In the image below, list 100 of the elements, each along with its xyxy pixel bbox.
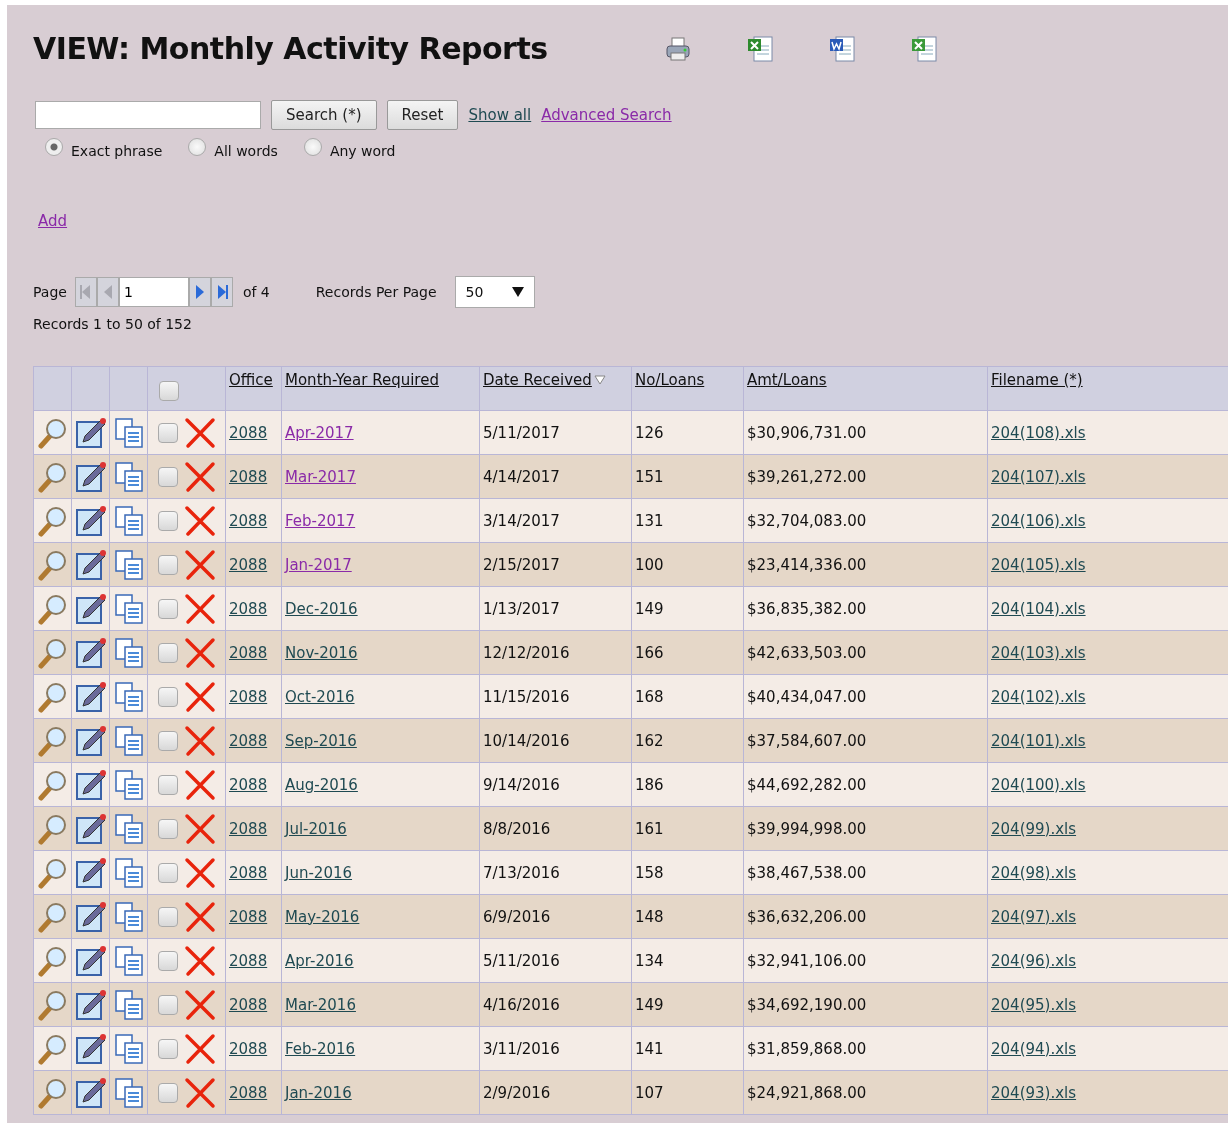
- file-link[interactable]: 204(95).xls: [991, 995, 1077, 1014]
- edit-icon[interactable]: [74, 1032, 107, 1065]
- delete-icon[interactable]: [183, 812, 216, 845]
- spreadsheet-export-icon[interactable]: [909, 33, 939, 64]
- row-checkbox[interactable]: [157, 554, 178, 575]
- edit-icon[interactable]: [74, 988, 107, 1021]
- delete-icon[interactable]: [183, 768, 216, 801]
- magnifier-icon[interactable]: [36, 1032, 69, 1065]
- file-link[interactable]: 204(107).xls: [991, 467, 1086, 486]
- copy-icon[interactable]: [112, 768, 145, 801]
- copy-icon[interactable]: [112, 1076, 145, 1109]
- edit-icon[interactable]: [74, 548, 107, 581]
- copy-icon[interactable]: [112, 636, 145, 669]
- copy-icon[interactable]: [112, 724, 145, 757]
- copy-icon[interactable]: [112, 416, 145, 449]
- month-link[interactable]: Sep-2016: [285, 731, 357, 750]
- magnifier-icon[interactable]: [36, 680, 69, 713]
- copy-icon[interactable]: [112, 548, 145, 581]
- copy-icon[interactable]: [112, 460, 145, 493]
- delete-icon[interactable]: [183, 944, 216, 977]
- file-link[interactable]: 204(96).xls: [991, 951, 1077, 970]
- copy-icon[interactable]: [112, 856, 145, 889]
- month-link[interactable]: May-2016: [285, 907, 360, 926]
- month-link[interactable]: Mar-2016: [285, 995, 356, 1014]
- next-page-button[interactable]: [188, 277, 211, 307]
- edit-icon[interactable]: [74, 592, 107, 625]
- row-checkbox[interactable]: [157, 686, 178, 707]
- file-link[interactable]: 204(102).xls: [991, 687, 1086, 706]
- copy-icon[interactable]: [112, 900, 145, 933]
- row-checkbox[interactable]: [157, 1038, 178, 1059]
- show-all-link[interactable]: Show all: [468, 106, 532, 124]
- month-link[interactable]: Apr-2016: [285, 951, 354, 970]
- delete-icon[interactable]: [183, 1076, 216, 1109]
- delete-icon[interactable]: [183, 988, 216, 1021]
- delete-icon[interactable]: [183, 900, 216, 933]
- file-link[interactable]: 204(99).xls: [991, 819, 1077, 838]
- copy-icon[interactable]: [112, 944, 145, 977]
- advanced-search-link[interactable]: Advanced Search: [541, 106, 672, 124]
- copy-icon[interactable]: [112, 988, 145, 1021]
- magnifier-icon[interactable]: [36, 724, 69, 757]
- row-checkbox[interactable]: [157, 598, 178, 619]
- file-link[interactable]: 204(106).xls: [991, 511, 1086, 530]
- edit-icon[interactable]: [74, 812, 107, 845]
- row-checkbox[interactable]: [157, 422, 178, 443]
- delete-icon[interactable]: [183, 504, 216, 537]
- delete-icon[interactable]: [183, 460, 216, 493]
- row-checkbox[interactable]: [157, 510, 178, 531]
- file-link[interactable]: 204(101).xls: [991, 731, 1086, 750]
- edit-icon[interactable]: [74, 1076, 107, 1109]
- magnifier-icon[interactable]: [36, 856, 69, 889]
- copy-icon[interactable]: [112, 812, 145, 845]
- edit-icon[interactable]: [74, 900, 107, 933]
- row-checkbox[interactable]: [157, 994, 178, 1015]
- month-link[interactable]: Feb-2017: [285, 511, 356, 530]
- delete-icon[interactable]: [183, 592, 216, 625]
- magnifier-icon[interactable]: [36, 548, 69, 581]
- delete-icon[interactable]: [183, 548, 216, 581]
- edit-icon[interactable]: [74, 768, 107, 801]
- file-link[interactable]: 204(105).xls: [991, 555, 1086, 574]
- month-link[interactable]: Jul-2016: [285, 819, 347, 838]
- month-link[interactable]: Jan-2016: [285, 1083, 352, 1102]
- delete-icon[interactable]: [183, 856, 216, 889]
- edit-icon[interactable]: [74, 724, 107, 757]
- month-link[interactable]: Aug-2016: [285, 775, 358, 794]
- magnifier-icon[interactable]: [36, 460, 69, 493]
- magnifier-icon[interactable]: [36, 592, 69, 625]
- edit-icon[interactable]: [74, 460, 107, 493]
- magnifier-icon[interactable]: [36, 504, 69, 537]
- magnifier-icon[interactable]: [36, 636, 69, 669]
- file-link[interactable]: 204(97).xls: [991, 907, 1077, 926]
- row-checkbox[interactable]: [157, 950, 178, 971]
- magnifier-icon[interactable]: [36, 768, 69, 801]
- row-checkbox[interactable]: [157, 862, 178, 883]
- month-link[interactable]: Jun-2016: [285, 863, 353, 882]
- delete-icon[interactable]: [183, 416, 216, 449]
- copy-icon[interactable]: [112, 1032, 145, 1065]
- reset-button[interactable]: Reset: [386, 100, 459, 130]
- month-link[interactable]: Nov-2016: [285, 643, 358, 662]
- row-checkbox[interactable]: [157, 642, 178, 663]
- row-checkbox[interactable]: [157, 906, 178, 927]
- radio-button[interactable]: [303, 138, 322, 156]
- delete-icon[interactable]: [183, 1032, 216, 1065]
- delete-icon[interactable]: [183, 724, 216, 757]
- edit-icon[interactable]: [74, 504, 107, 537]
- edit-icon[interactable]: [74, 680, 107, 713]
- file-link[interactable]: 204(98).xls: [991, 863, 1077, 882]
- row-checkbox[interactable]: [157, 1082, 178, 1103]
- row-checkbox[interactable]: [157, 818, 178, 839]
- row-checkbox[interactable]: [157, 730, 178, 751]
- edit-icon[interactable]: [74, 636, 107, 669]
- copy-icon[interactable]: [112, 592, 145, 625]
- radio-button[interactable]: [188, 138, 207, 156]
- last-page-button[interactable]: [210, 277, 233, 307]
- month-link[interactable]: Jan-2017: [285, 555, 352, 574]
- delete-icon[interactable]: [183, 680, 216, 713]
- file-link[interactable]: 204(104).xls: [991, 599, 1086, 618]
- magnifier-icon[interactable]: [36, 944, 69, 977]
- page-number-field[interactable]: 1: [118, 277, 189, 307]
- column-header-link[interactable]: Filename (*): [991, 371, 1083, 389]
- row-checkbox[interactable]: [157, 466, 178, 487]
